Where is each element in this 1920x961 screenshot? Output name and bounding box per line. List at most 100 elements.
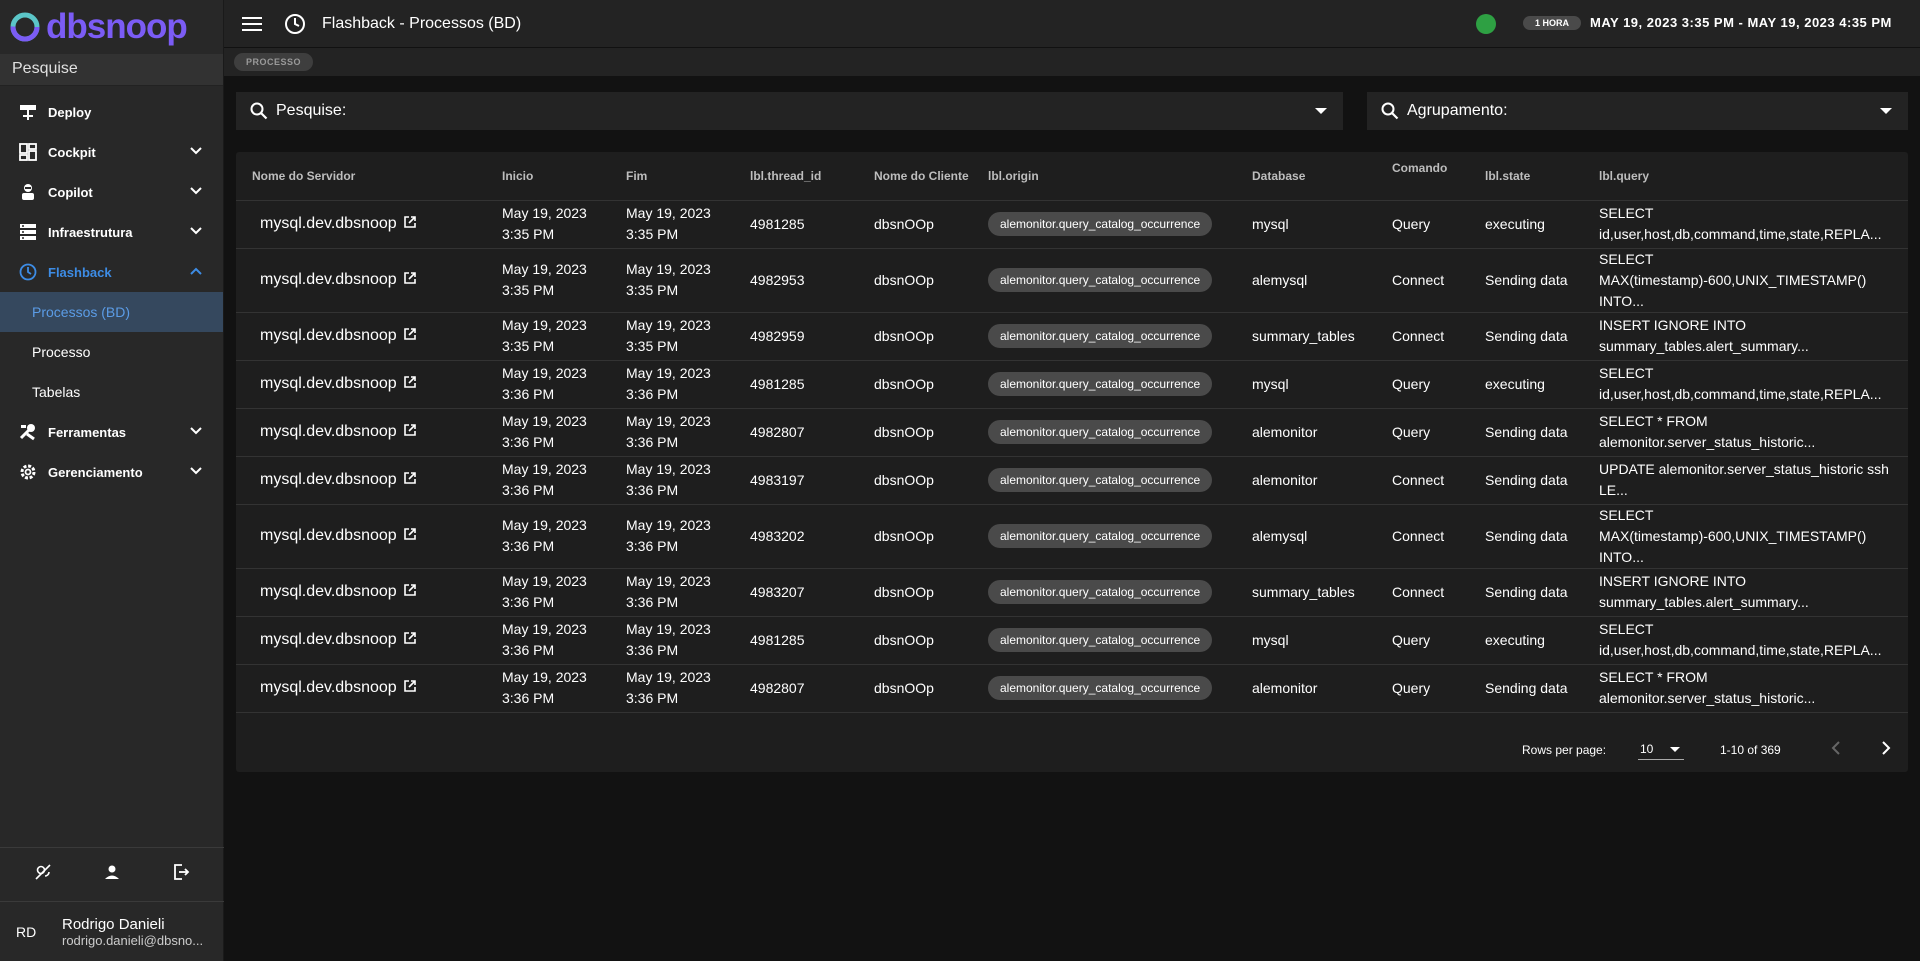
table-row[interactable]: mysql.dev.dbsnoop May 19, 2023 3:36 PM May … — [236, 664, 1908, 713]
origin-chip[interactable]: alemonitor.query_catalog_occurrence — [988, 268, 1213, 292]
server-cell[interactable]: mysql.dev.dbsnoop — [236, 408, 494, 457]
server-name[interactable]: mysql.dev.dbsnoop — [260, 327, 397, 344]
external-link-icon[interactable] — [403, 374, 417, 395]
external-link-icon[interactable] — [403, 630, 417, 651]
origin-chip[interactable]: alemonitor.query_catalog_occurrence — [988, 324, 1213, 348]
group-filter[interactable]: Agrupamento: — [1367, 92, 1908, 130]
column-header-thread[interactable]: lbl.thread_id — [742, 152, 866, 201]
column-header-state[interactable]: lbl.state — [1477, 152, 1591, 201]
clock-icon[interactable] — [284, 13, 306, 35]
external-link-icon[interactable] — [403, 526, 417, 547]
server-name[interactable]: mysql.dev.dbsnoop — [260, 631, 397, 648]
server-cell[interactable]: mysql.dev.dbsnoop — [236, 664, 494, 713]
server-cell[interactable]: mysql.dev.dbsnoop — [236, 248, 494, 313]
dropdown-arrow-icon[interactable] — [1880, 108, 1892, 114]
query-cell[interactable]: SELECT id,user,host,db,command,time,stat… — [1591, 200, 1908, 249]
dropdown-arrow-icon[interactable] — [1315, 108, 1327, 114]
time-range-text[interactable]: MAY 19, 2023 3:35 PM - MAY 19, 2023 4:35… — [1590, 15, 1892, 30]
external-link-icon[interactable] — [403, 678, 417, 699]
profile-icon[interactable] — [103, 863, 121, 886]
origin-chip[interactable]: alemonitor.query_catalog_occurrence — [988, 468, 1213, 492]
external-link-icon[interactable] — [403, 470, 417, 491]
query-cell[interactable]: SELECT id,user,host,db,command,time,stat… — [1591, 360, 1908, 409]
server-cell[interactable]: mysql.dev.dbsnoop — [236, 456, 494, 505]
table-row[interactable]: mysql.dev.dbsnoop May 19, 2023 3:36 PM May … — [236, 360, 1908, 409]
server-name[interactable]: mysql.dev.dbsnoop — [260, 423, 397, 440]
table-row[interactable]: mysql.dev.dbsnoop May 19, 2023 3:35 PM May … — [236, 248, 1908, 313]
prev-page-icon[interactable] — [1828, 740, 1844, 759]
origin-chip[interactable]: alemonitor.query_catalog_occurrence — [988, 676, 1213, 700]
external-link-icon[interactable] — [403, 582, 417, 603]
sidebar-item-gerenciamento[interactable]: Gerenciamento — [0, 452, 223, 492]
origin-chip[interactable]: alemonitor.query_catalog_occurrence — [988, 372, 1213, 396]
origin-chip[interactable]: alemonitor.query_catalog_occurrence — [988, 580, 1213, 604]
breadcrumb-chip[interactable]: PROCESSO — [234, 53, 314, 71]
origin-chip[interactable]: alemonitor.query_catalog_occurrence — [988, 420, 1213, 444]
sidebar-subitem-processo[interactable]: Processo — [0, 332, 223, 372]
server-name[interactable]: mysql.dev.dbsnoop — [260, 583, 397, 600]
server-cell[interactable]: mysql.dev.dbsnoop — [236, 360, 494, 409]
start-date: May 19, 2023 — [502, 205, 587, 221]
table-row[interactable]: mysql.dev.dbsnoop May 19, 2023 3:35 PM May … — [236, 200, 1908, 249]
server-name[interactable]: mysql.dev.dbsnoop — [260, 679, 397, 696]
sidebar-item-flashback[interactable]: Flashback — [0, 252, 223, 292]
origin-chip[interactable]: alemonitor.query_catalog_occurrence — [988, 524, 1213, 548]
query-cell[interactable]: SELECT * FROM alemonitor.server_status_h… — [1591, 408, 1908, 457]
column-header-client[interactable]: Nome do Cliente — [866, 152, 980, 201]
table-row[interactable]: mysql.dev.dbsnoop May 19, 2023 3:36 PM May … — [236, 456, 1908, 505]
query-cell[interactable]: UPDATE alemonitor.server_status_historic… — [1591, 456, 1908, 505]
sidebar-subitem-processos-bd[interactable]: Processos (BD) — [0, 292, 223, 332]
server-name[interactable]: mysql.dev.dbsnoop — [260, 471, 397, 488]
table-row[interactable]: mysql.dev.dbsnoop May 19, 2023 3:36 PM May … — [236, 408, 1908, 457]
server-cell[interactable]: mysql.dev.dbsnoop — [236, 504, 494, 569]
table-row[interactable]: mysql.dev.dbsnoop May 19, 2023 3:35 PM May … — [236, 312, 1908, 361]
user-box[interactable]: RD Rodrigo Danieli rodrigo.danieli@dbsno… — [0, 901, 224, 961]
sidebar-search[interactable]: Pesquise — [0, 54, 223, 86]
table-row[interactable]: mysql.dev.dbsnoop May 19, 2023 3:36 PM May … — [236, 504, 1908, 569]
column-header-start[interactable]: Inicio — [494, 152, 618, 201]
column-header-database[interactable]: Database — [1244, 152, 1384, 201]
server-cell[interactable]: mysql.dev.dbsnoop — [236, 616, 494, 665]
server-cell[interactable]: mysql.dev.dbsnoop — [236, 568, 494, 617]
query-cell[interactable]: SELECT * FROM alemonitor.server_status_h… — [1591, 664, 1908, 713]
query-cell[interactable]: SELECT id,user,host,db,command,time,stat… — [1591, 616, 1908, 665]
server-name[interactable]: mysql.dev.dbsnoop — [260, 527, 397, 544]
sidebar-item-cockpit[interactable]: Cockpit — [0, 132, 223, 172]
server-name[interactable]: mysql.dev.dbsnoop — [260, 271, 397, 288]
rows-per-page-select[interactable]: 10 — [1638, 738, 1684, 760]
column-header-server[interactable]: Nome do Servidor — [236, 152, 494, 201]
server-name[interactable]: mysql.dev.dbsnoop — [260, 215, 397, 232]
next-page-icon[interactable] — [1878, 740, 1894, 759]
logout-icon[interactable] — [172, 863, 190, 886]
server-cell[interactable]: mysql.dev.dbsnoop — [236, 200, 494, 249]
time-range-chip[interactable]: 1 HORA — [1523, 16, 1582, 30]
origin-chip[interactable]: alemonitor.query_catalog_occurrence — [988, 212, 1213, 236]
column-header-query[interactable]: lbl.query — [1591, 152, 1908, 201]
query-cell[interactable]: SELECT MAX(timestamp)-600,UNIX_TIMESTAMP… — [1591, 504, 1908, 569]
external-link-icon[interactable] — [403, 422, 417, 443]
column-header-origin[interactable]: lbl.origin — [980, 152, 1244, 201]
external-link-icon[interactable] — [403, 326, 417, 347]
external-link-icon[interactable] — [403, 270, 417, 291]
theme-toggle-icon[interactable] — [34, 863, 52, 886]
table-row[interactable]: mysql.dev.dbsnoop May 19, 2023 3:36 PM May … — [236, 616, 1908, 665]
column-header-command[interactable]: Comando — [1384, 152, 1477, 201]
sidebar-item-deploy[interactable]: Deploy — [0, 92, 223, 132]
table-row[interactable]: mysql.dev.dbsnoop May 19, 2023 3:36 PM May … — [236, 568, 1908, 617]
origin-chip[interactable]: alemonitor.query_catalog_occurrence — [988, 628, 1213, 652]
server-cell[interactable]: mysql.dev.dbsnoop — [236, 312, 494, 361]
external-link-icon[interactable] — [403, 214, 417, 235]
menu-icon[interactable] — [242, 16, 262, 32]
chevron-down-icon — [190, 427, 202, 435]
logo[interactable]: dbsnoop — [0, 0, 223, 54]
query-cell[interactable]: SELECT MAX(timestamp)-600,UNIX_TIMESTAMP… — [1591, 248, 1908, 313]
sidebar-item-infraestrutura[interactable]: Infraestrutura — [0, 212, 223, 252]
sidebar-subitem-tabelas[interactable]: Tabelas — [0, 372, 223, 412]
search-filter[interactable]: Pesquise: — [236, 92, 1343, 130]
sidebar-item-copilot[interactable]: Copilot — [0, 172, 223, 212]
sidebar-item-ferramentas[interactable]: Ferramentas — [0, 412, 223, 452]
column-header-end[interactable]: Fim — [618, 152, 742, 201]
server-name[interactable]: mysql.dev.dbsnoop — [260, 375, 397, 392]
query-cell[interactable]: INSERT IGNORE INTO summary_tables.alert_… — [1591, 312, 1908, 361]
query-cell[interactable]: INSERT IGNORE INTO summary_tables.alert_… — [1591, 568, 1908, 617]
